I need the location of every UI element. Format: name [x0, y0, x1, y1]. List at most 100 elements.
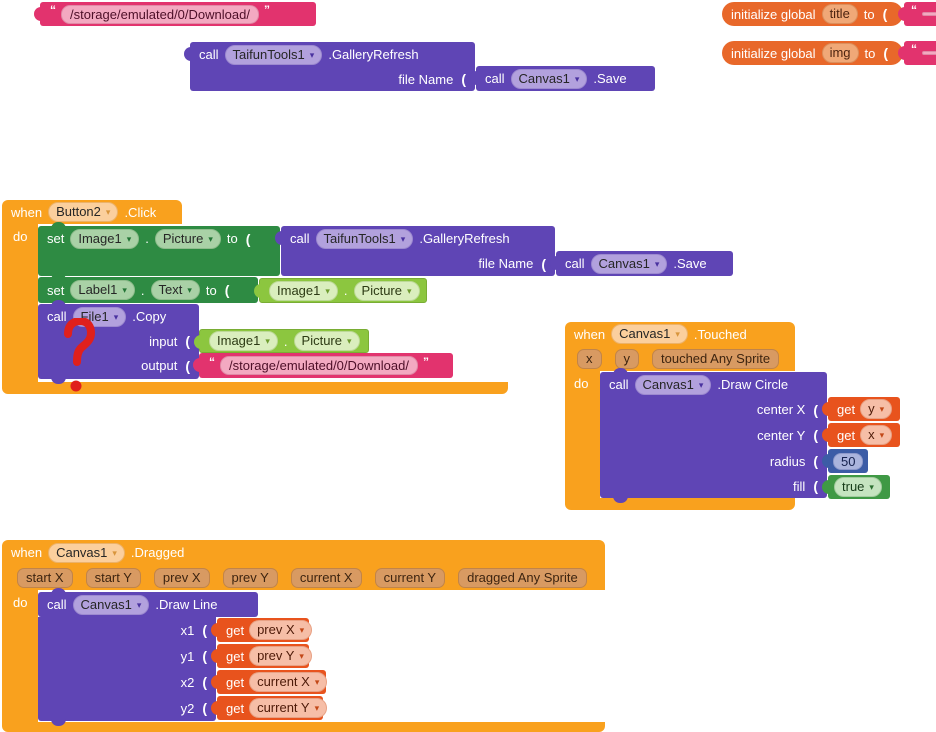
event-bottom-bar[interactable] [565, 498, 795, 510]
param-prev-x[interactable]: prev X [154, 568, 210, 588]
dot: . [344, 283, 348, 298]
get-current-y-block[interactable]: get current Y [217, 696, 323, 720]
component-dropdown-canvas1[interactable]: Canvas1 [611, 324, 688, 344]
get-prev-y-block[interactable]: get prev Y [217, 644, 309, 668]
component-dropdown-taifuntools1[interactable]: TaifunTools1 [225, 45, 323, 65]
variable-dropdown-prev-y[interactable]: prev Y [249, 646, 312, 666]
text-block-empty-title[interactable]: “ [904, 2, 936, 26]
component-dropdown-label1[interactable]: Label1 [70, 280, 135, 300]
global-name-title[interactable]: title [822, 4, 858, 24]
variable-dropdown-prev-x[interactable]: prev X [249, 620, 312, 640]
logic-true-block[interactable]: true [828, 475, 890, 499]
component-dropdown-image1[interactable]: Image1 [269, 281, 338, 301]
call-taifuntools1-galleryrefresh-block[interactable]: call TaifunTools1 .GalleryRefresh file N… [281, 226, 555, 276]
component-dropdown-canvas1[interactable]: Canvas1 [591, 254, 668, 274]
component-dropdown-image1[interactable]: Image1 [209, 331, 278, 351]
when-keyword: when [11, 205, 42, 220]
socket: ( [202, 700, 207, 716]
get-prev-x-block[interactable]: get prev X [217, 618, 309, 642]
number-value-field[interactable]: 50 [833, 453, 863, 470]
param-start-x[interactable]: start X [17, 568, 73, 588]
get-current-x-block[interactable]: get current X [217, 670, 326, 694]
variable-dropdown-current-y[interactable]: current Y [249, 698, 327, 718]
text-block-download-path[interactable]: “ /storage/emulated/0/Download/ ” [199, 353, 453, 378]
call-canvas1-drawline-header[interactable]: call Canvas1 .Draw Line [38, 592, 258, 617]
component-dropdown-button2[interactable]: Button2 [48, 202, 118, 222]
socket: ( [541, 256, 546, 272]
text-value-field[interactable] [922, 51, 936, 55]
arg-label-filename: file Name [478, 256, 533, 271]
param-prev-y[interactable]: prev Y [223, 568, 278, 588]
param-y[interactable]: y [615, 349, 640, 369]
param-x[interactable]: x [577, 349, 602, 369]
text-value-field[interactable] [922, 12, 936, 16]
socket: ( [883, 45, 888, 61]
when-keyword: when [574, 327, 605, 342]
event-do-column[interactable]: do [2, 224, 38, 382]
logic-dropdown-true[interactable]: true [834, 477, 882, 497]
init-keyword: initialize global [731, 7, 816, 22]
property-dropdown-picture[interactable]: Picture [294, 331, 360, 351]
get-x-block[interactable]: get x [828, 423, 900, 447]
param-current-x[interactable]: current X [291, 568, 362, 588]
text-block-download-path[interactable]: “ /storage/emulated/0/Download/ ” [40, 2, 316, 26]
variable-dropdown-current-x[interactable]: current X [249, 672, 327, 692]
component-dropdown-image1[interactable]: Image1 [70, 229, 139, 249]
get-y-block[interactable]: get y [828, 397, 900, 421]
socket: ( [813, 453, 818, 469]
property-dropdown-picture[interactable]: Picture [354, 281, 420, 301]
image1-picture-getter-block[interactable]: Image1 . Picture [199, 329, 369, 353]
get-keyword: get [837, 402, 855, 417]
number-block-50[interactable]: 50 [828, 449, 868, 473]
do-keyword: do [565, 371, 600, 391]
error-question-mark-icon[interactable] [62, 318, 96, 394]
dot: . [141, 283, 145, 298]
variable-dropdown-x[interactable]: x [860, 425, 892, 445]
event-header-canvas1-touched[interactable]: when Canvas1 .Touched [565, 322, 795, 346]
param-dragged-any-sprite[interactable]: dragged Any Sprite [458, 568, 587, 588]
event-bottom-bar[interactable] [2, 722, 605, 732]
property-dropdown-text[interactable]: Text [151, 280, 200, 300]
call-taifuntools1-galleryrefresh-block[interactable]: call TaifunTools1 .GalleryRefresh file N… [190, 42, 475, 91]
method-name: .Copy [132, 309, 166, 324]
param-touched-any-sprite[interactable]: touched Any Sprite [652, 349, 779, 369]
event-header-button2-click[interactable]: when Button2 .Click [2, 200, 182, 224]
set-keyword: set [47, 231, 64, 246]
event-params-row: start X start Y prev X prev Y current X … [2, 565, 605, 590]
component-dropdown-canvas1[interactable]: Canvas1 [635, 375, 712, 395]
to-keyword: to [227, 231, 238, 246]
call-canvas1-drawcircle-block[interactable]: call Canvas1 .Draw Circle center X( cent… [600, 372, 827, 498]
when-keyword: when [11, 545, 42, 560]
set-label1-text-block[interactable]: set Label1 . Text to ( [38, 277, 258, 303]
text-block-empty-img[interactable]: “ [904, 41, 936, 65]
initialize-global-title-block[interactable]: initialize global title to ( [722, 2, 903, 26]
call-keyword: call [290, 231, 310, 246]
image1-picture-getter-block[interactable]: Image1 . Picture [259, 278, 427, 303]
method-name: .GalleryRefresh [419, 231, 509, 246]
event-do-column[interactable]: do [565, 371, 600, 500]
component-dropdown-canvas1[interactable]: Canvas1 [73, 595, 150, 615]
event-do-column[interactable]: do [2, 590, 38, 722]
component-dropdown-taifuntools1[interactable]: TaifunTools1 [316, 229, 414, 249]
set-image1-picture-block[interactable]: set Image1 . Picture to ( [38, 226, 280, 276]
call-canvas1-save-block[interactable]: call Canvas1 .Save [556, 251, 733, 276]
get-keyword: get [226, 675, 244, 690]
event-header-canvas1-dragged[interactable]: when Canvas1 .Dragged [2, 540, 605, 565]
socket: ( [185, 358, 190, 374]
global-name-img[interactable]: img [822, 43, 859, 63]
variable-dropdown-y[interactable]: y [860, 399, 892, 419]
call-keyword: call [485, 71, 505, 86]
param-current-y[interactable]: current Y [375, 568, 446, 588]
component-dropdown-canvas1[interactable]: Canvas1 [48, 543, 125, 563]
method-name: .Save [593, 71, 626, 86]
param-start-y[interactable]: start Y [86, 568, 141, 588]
text-value-field[interactable]: /storage/emulated/0/Download/ [220, 356, 418, 375]
event-name: .Click [124, 205, 156, 220]
initialize-global-img-block[interactable]: initialize global img to ( [722, 41, 903, 65]
text-value-field[interactable]: /storage/emulated/0/Download/ [61, 5, 259, 24]
call-canvas1-drawline-body[interactable]: x1( y1( x2( y2( [38, 617, 216, 721]
component-dropdown-canvas1[interactable]: Canvas1 [511, 69, 588, 89]
property-dropdown-picture[interactable]: Picture [155, 229, 221, 249]
arg-label-centery: center Y [757, 428, 805, 443]
call-canvas1-save-block[interactable]: call Canvas1 .Save [476, 66, 655, 91]
